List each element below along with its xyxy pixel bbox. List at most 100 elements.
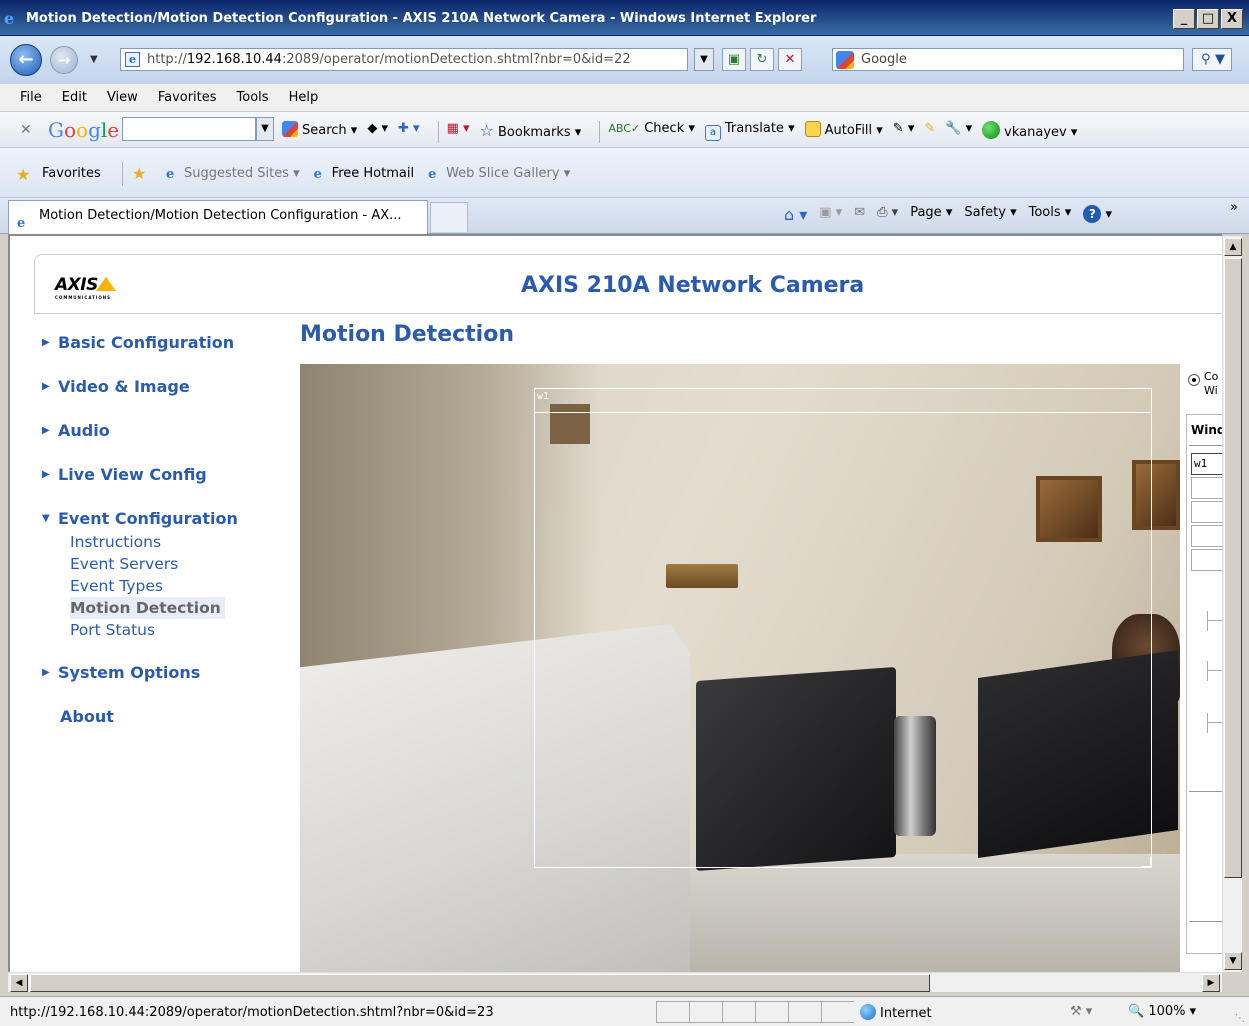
popup-blocker-button[interactable]: ▦ ▾ bbox=[447, 121, 470, 143]
sensitivity-slider[interactable] bbox=[1207, 713, 1222, 733]
favorites-star-icon[interactable]: ★ bbox=[16, 165, 30, 184]
favorite-suggested-sites[interactable]: e Suggested Sites ▾ bbox=[166, 166, 300, 182]
zoom-level[interactable]: 🔍 100% ▾ bbox=[1128, 1004, 1196, 1019]
favorites-button[interactable]: Favorites bbox=[42, 166, 101, 181]
bookmarks-button[interactable]: ☆ Bookmarks ▾ bbox=[480, 121, 582, 143]
toolbar-tool-button[interactable]: ◆ ▾ bbox=[367, 121, 388, 143]
send-to-button[interactable]: ✎ ▾ bbox=[893, 121, 915, 143]
ie-logo-icon: e bbox=[4, 9, 15, 28]
address-bar[interactable]: e http://192.168.10.44:2089/operator/mot… bbox=[120, 48, 688, 71]
vertical-scrollbar[interactable]: ▲ ▼ bbox=[1222, 236, 1242, 972]
translate-button[interactable]: a Translate ▾ bbox=[704, 121, 795, 143]
scroll-up-icon[interactable]: ▲ bbox=[1224, 238, 1242, 256]
new-tab-button[interactable] bbox=[430, 202, 468, 232]
recent-pages-dropdown-icon[interactable]: ▼ bbox=[90, 54, 98, 65]
motion-window-w1[interactable]: w1 bbox=[534, 388, 1152, 868]
print-icon[interactable]: ⎙ ▾ bbox=[877, 205, 898, 224]
menu-view[interactable]: View bbox=[97, 84, 148, 111]
favorite-free-hotmail[interactable]: e Free Hotmail bbox=[314, 166, 414, 182]
menu-file[interactable]: File bbox=[10, 84, 52, 111]
horizontal-scroll-thumb[interactable] bbox=[30, 974, 930, 992]
nav-audio[interactable]: ▶ Audio bbox=[40, 418, 270, 443]
horizontal-scrollbar[interactable]: ◀ ▶ bbox=[8, 972, 1222, 992]
minimize-button[interactable]: _ bbox=[1173, 9, 1195, 29]
nav-instructions[interactable]: Instructions bbox=[70, 531, 270, 553]
autofill-button[interactable]: AutoFill ▾ bbox=[804, 121, 883, 143]
motion-settings-panel: Co Wi Wind w1 bbox=[1184, 364, 1222, 972]
nav-event-servers[interactable]: Event Servers bbox=[70, 553, 270, 575]
address-dropdown-button[interactable]: ▼ bbox=[694, 48, 714, 71]
windows-column-header: Wind bbox=[1191, 423, 1222, 437]
search-box[interactable]: Google bbox=[832, 48, 1184, 71]
window-param-input[interactable] bbox=[1191, 477, 1222, 499]
tools-menu[interactable]: Tools ▾ bbox=[1029, 205, 1072, 224]
page-menu[interactable]: Page ▾ bbox=[910, 205, 952, 224]
google-search-button[interactable]: Search ▾ bbox=[282, 121, 357, 143]
back-button[interactable]: ← bbox=[10, 44, 42, 76]
configure-radio[interactable] bbox=[1188, 374, 1200, 386]
help-menu[interactable]: ? ▾ bbox=[1083, 205, 1112, 224]
tab-title: Motion Detection/Motion Detection Config… bbox=[39, 208, 402, 223]
help-icon: ? bbox=[1083, 205, 1102, 223]
window-param-input[interactable] bbox=[1191, 549, 1222, 571]
toolbar-plus-button[interactable]: ✚ ▾ bbox=[398, 121, 420, 143]
menu-help[interactable]: Help bbox=[279, 84, 329, 111]
nav-motion-detection[interactable]: Motion Detection bbox=[70, 597, 225, 619]
window-param-input[interactable] bbox=[1191, 525, 1222, 547]
nav-about[interactable]: About bbox=[40, 704, 270, 729]
scroll-left-icon[interactable]: ◀ bbox=[10, 974, 28, 992]
object-size-slider[interactable] bbox=[1207, 611, 1222, 631]
scroll-right-icon[interactable]: ▶ bbox=[1202, 974, 1220, 992]
nav-video-image[interactable]: ▶ Video & Image bbox=[40, 374, 270, 399]
add-to-favorites-icon[interactable]: ★ bbox=[132, 164, 146, 183]
protected-mode-icon[interactable]: ⚒ ▾ bbox=[1070, 1004, 1092, 1019]
nav-live-view-config[interactable]: ▶ Live View Config bbox=[40, 462, 270, 487]
user-account-button[interactable]: vkanayev ▾ bbox=[982, 121, 1077, 143]
forward-button[interactable]: → bbox=[50, 46, 78, 74]
resize-grip-icon[interactable]: ⋱ bbox=[1235, 1013, 1245, 1024]
scroll-down-icon[interactable]: ▼ bbox=[1224, 952, 1242, 970]
nav-system-options[interactable]: ▶ System Options bbox=[40, 660, 270, 685]
nav-event-types[interactable]: Event Types bbox=[70, 575, 270, 597]
table-divider bbox=[1189, 921, 1222, 922]
history-slider[interactable] bbox=[1207, 661, 1222, 681]
security-zone[interactable]: Internet bbox=[860, 1004, 932, 1021]
camera-live-view[interactable]: w1 bbox=[300, 364, 1180, 972]
resize-grip-icon[interactable] bbox=[1141, 857, 1151, 867]
google-search-input[interactable] bbox=[122, 117, 256, 141]
favorites-bar: ★ Favorites ★ e Suggested Sites ▾ e Free H… bbox=[0, 148, 1249, 198]
event-submenu: Instructions Event Servers Event Types M… bbox=[40, 531, 270, 641]
refresh-icon[interactable]: ↻ bbox=[750, 48, 774, 71]
menu-edit[interactable]: Edit bbox=[52, 84, 97, 111]
maximize-button[interactable]: □ bbox=[1197, 9, 1219, 29]
read-mail-icon[interactable]: ✉ bbox=[854, 205, 865, 224]
google-search-dropdown[interactable]: ▼ bbox=[256, 117, 274, 141]
product-title: AXIS 210A Network Camera bbox=[521, 273, 865, 298]
home-icon[interactable]: ⌂ ▾ bbox=[784, 205, 807, 224]
motion-window-header[interactable] bbox=[535, 389, 1151, 413]
close-toolbar-icon[interactable]: ✕ bbox=[20, 122, 32, 138]
window-param-input[interactable] bbox=[1191, 501, 1222, 523]
feeds-icon[interactable]: ▣ ▾ bbox=[819, 205, 842, 224]
tab-motion-detection[interactable]: e Motion Detection/Motion Detection Conf… bbox=[8, 200, 428, 234]
settings-wrench-button[interactable]: 🔧 ▾ bbox=[945, 121, 972, 143]
nav-event-configuration[interactable]: ▼ Event Configuration bbox=[40, 506, 270, 531]
menu-favorites[interactable]: Favorites bbox=[148, 84, 227, 111]
nav-port-status[interactable]: Port Status bbox=[70, 619, 270, 641]
safety-menu[interactable]: Safety ▾ bbox=[964, 205, 1016, 224]
menu-tools[interactable]: Tools bbox=[227, 84, 279, 111]
search-button[interactable]: ⚲ ▼ bbox=[1192, 48, 1232, 71]
compatibility-view-icon[interactable]: ▣ bbox=[722, 48, 746, 71]
nav-basic-configuration[interactable]: ▶ Basic Configuration bbox=[40, 330, 270, 355]
favorite-web-slice-gallery[interactable]: e Web Slice Gallery ▾ bbox=[428, 166, 570, 182]
close-button[interactable]: X bbox=[1221, 9, 1243, 29]
tab-row: e Motion Detection/Motion Detection Conf… bbox=[0, 198, 1249, 234]
stop-icon[interactable]: ✕ bbox=[778, 48, 802, 71]
window-name-input[interactable]: w1 bbox=[1191, 453, 1222, 475]
spell-check-button[interactable]: ABC✓ Check ▾ bbox=[608, 121, 695, 143]
axis-triangle-icon bbox=[95, 277, 116, 291]
google-icon bbox=[282, 121, 298, 137]
more-commands-chevron-icon[interactable]: » bbox=[1230, 200, 1238, 215]
vertical-scroll-thumb[interactable] bbox=[1224, 258, 1242, 878]
highlight-button[interactable]: ✎ bbox=[924, 121, 935, 143]
